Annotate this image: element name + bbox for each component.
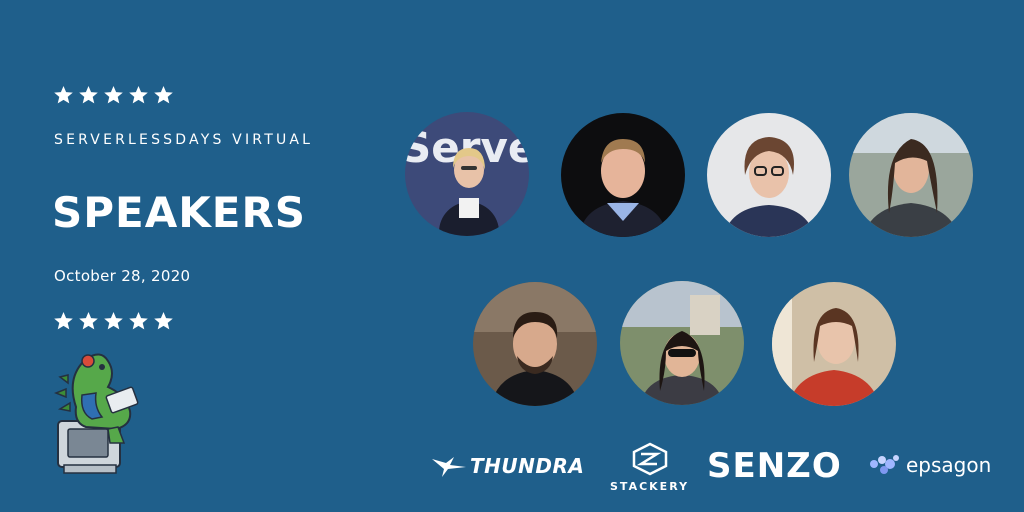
- event-subtitle: SERVERLESSDAYS VIRTUAL: [54, 132, 314, 148]
- stars-bottom: [53, 311, 174, 331]
- star-icon: [79, 312, 98, 330]
- stackery-hexagon-icon: [632, 442, 667, 476]
- thundra-logo: THUNDRA: [432, 454, 584, 478]
- star-icon: [54, 312, 73, 330]
- star-icon: [154, 86, 173, 104]
- event-date: October 28, 2020: [54, 267, 191, 285]
- speaker-photo-2: [561, 113, 685, 237]
- star-icon: [154, 312, 173, 330]
- senzo-label: SENZO: [707, 446, 842, 486]
- stars-top: [53, 85, 174, 105]
- speaker-photo-4: [849, 113, 973, 237]
- epsagon-dog-icon: [870, 455, 899, 474]
- speaker-photo-5: [473, 282, 597, 406]
- dinosaur-mascot-icon: [46, 347, 146, 477]
- senzo-logo: SENZO: [707, 446, 842, 486]
- speaker-photo-1: Serve: [405, 112, 529, 236]
- stackery-label: STACKERY: [610, 480, 690, 493]
- star-icon: [104, 312, 123, 330]
- star-icon: [79, 86, 98, 104]
- speaker-photo-6: [620, 281, 744, 405]
- epsagon-label: epsagon: [906, 453, 992, 477]
- page-title: SPEAKERS: [52, 188, 307, 237]
- star-icon: [129, 312, 148, 330]
- epsagon-logo: epsagon: [868, 453, 991, 477]
- speaker-photo-3: [707, 113, 831, 237]
- thundra-label: THUNDRA: [470, 454, 585, 478]
- thundra-bird-icon: [432, 457, 466, 477]
- stackery-logo: STACKERY: [610, 442, 689, 493]
- star-icon: [129, 86, 148, 104]
- star-icon: [54, 86, 73, 104]
- speaker-photo-7: [772, 282, 896, 406]
- star-icon: [104, 86, 123, 104]
